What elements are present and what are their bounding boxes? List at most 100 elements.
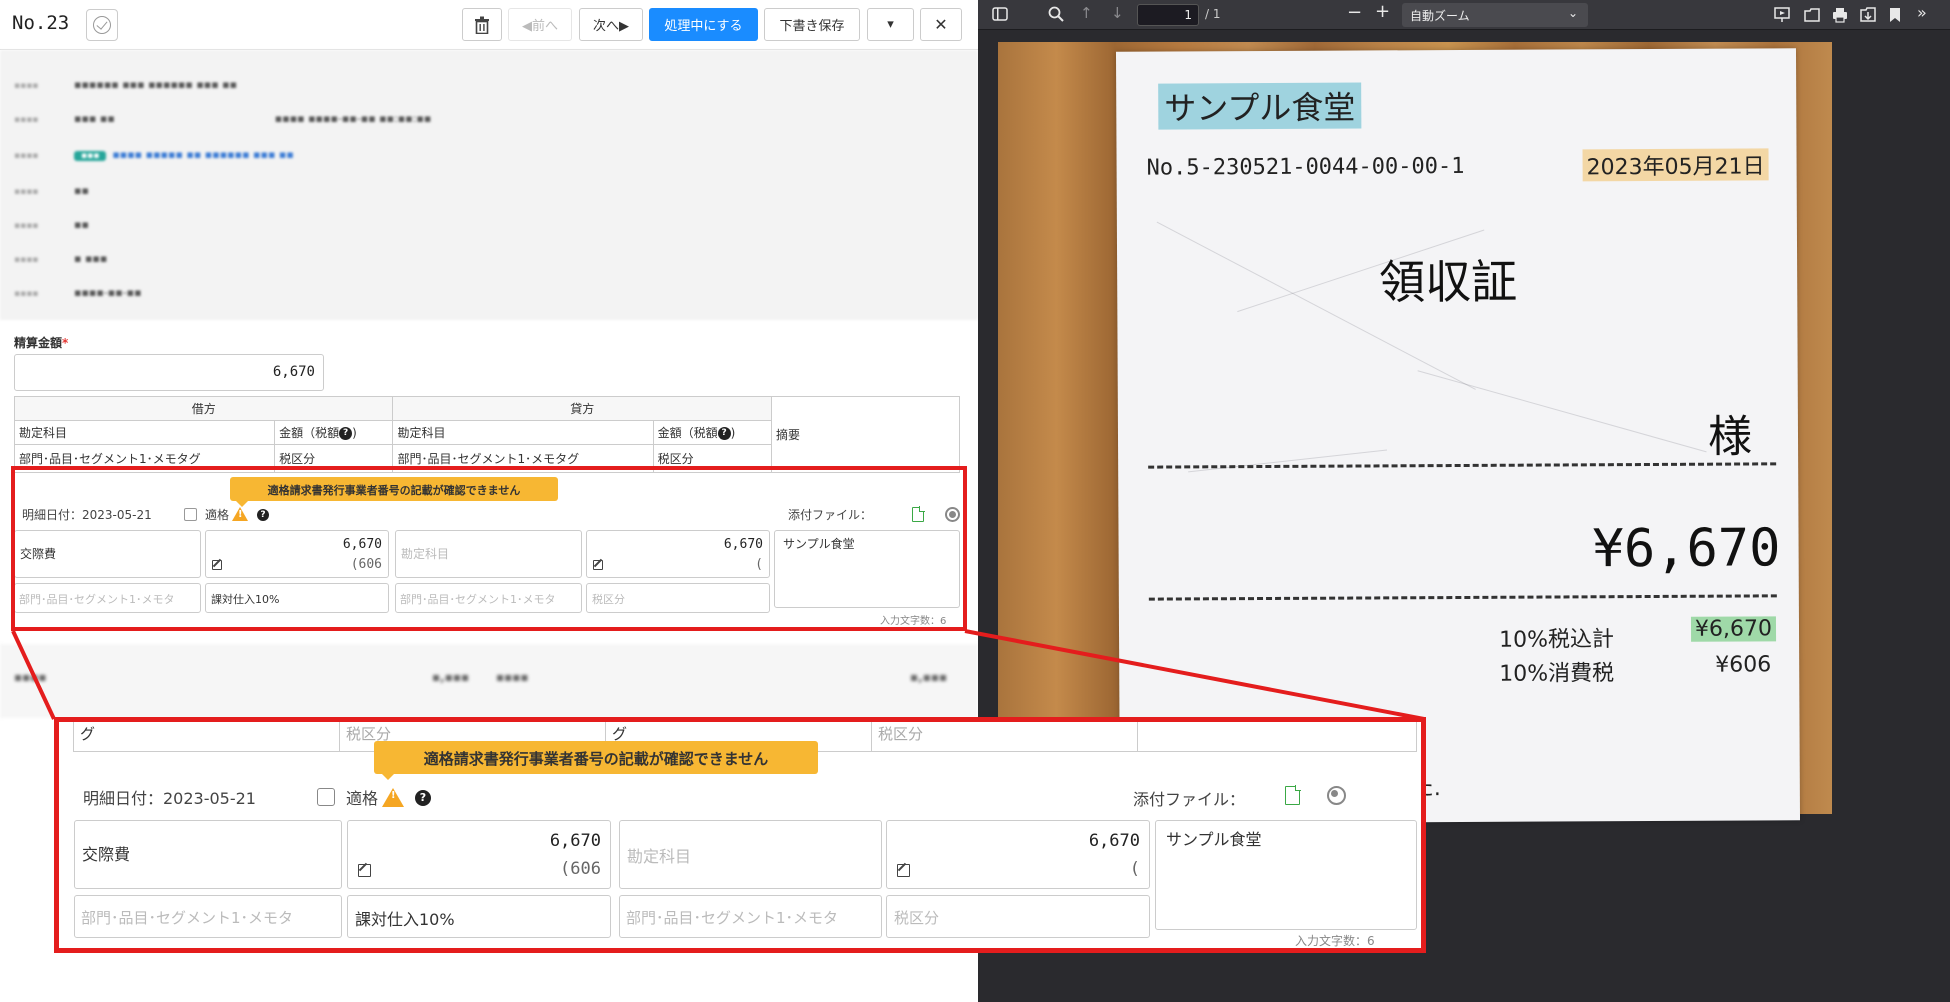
debit-amount-header: 金額（税額?) <box>274 420 394 445</box>
debit-account-field[interactable]: 交際費 <box>14 530 201 578</box>
settlement-amount-input[interactable]: 6,670 <box>14 354 324 391</box>
receipt-store-name: サンプル食堂 <box>1158 82 1362 130</box>
help-icon[interactable]: ? <box>257 509 269 521</box>
debit-header: 借方 <box>13 396 394 421</box>
eligible-label: 適格 <box>346 789 379 808</box>
char-count: 入力文字数：6 <box>880 616 947 627</box>
debit-account-field[interactable]: 交際費 <box>74 820 342 889</box>
debit-account-header: 勘定科目 <box>13 420 276 445</box>
receipt-date: 2023年05月21日 <box>1582 148 1769 182</box>
download-icon[interactable] <box>1327 786 1346 805</box>
totals-row-blurred: ▪▪▪▪ ▪,▪▪▪ ▪▪▪▪ ▪,▪▪▪ <box>0 644 978 718</box>
debit-amount-field[interactable]: 6,670 (606 <box>205 530 389 578</box>
divider <box>1148 594 1777 601</box>
memo-field[interactable]: サンプル食堂 <box>774 530 960 608</box>
pdf-toolbar: ↑ ↓ 1 / 1 − + 自動ズーム ⌄ » <box>978 0 1950 30</box>
download-icon[interactable] <box>945 507 960 522</box>
tax-included-label: 10%税込計 <box>1499 627 1615 653</box>
credit-account-header: 勘定科目 <box>392 420 654 445</box>
credit-amount-header: 金額（税額?) <box>652 420 773 445</box>
document-number: No.23 <box>12 12 70 34</box>
entry-row: 適格請求書発行事業者番号の記載が確認できません 明細日付：2023-05-21 … <box>14 477 960 630</box>
receipt-paper: サンプル食堂 No.5-230521-0044-00-00-1 2023年05月… <box>1115 48 1801 824</box>
zoom-out-icon[interactable]: − <box>1347 4 1362 22</box>
settlement-amount-label: 精算金額* <box>14 336 69 350</box>
approve-check-button[interactable] <box>86 9 118 41</box>
entry-date: 明細日付：2023-05-21 <box>83 789 256 808</box>
memo-field[interactable]: サンプル食堂 <box>1155 820 1417 930</box>
receipt-honorific: 様 <box>1707 411 1753 463</box>
debit-dept-field[interactable]: 部門･品目･セグメント1･メモタ <box>74 895 342 938</box>
more-tools-icon[interactable]: » <box>1917 4 1927 22</box>
attachment-label: 添付ファイル： <box>788 508 873 522</box>
debit-dept-field[interactable]: 部門･品目･セグメント1･メモタ <box>14 583 201 613</box>
credit-tax-class-field[interactable]: 税区分 <box>886 895 1150 938</box>
page-down-icon[interactable]: ↓ <box>1111 4 1124 22</box>
attachment-label: 添付ファイル： <box>1133 790 1246 809</box>
memo-header: 摘要 <box>771 396 960 473</box>
edit-icon <box>897 864 910 877</box>
page-number-input[interactable]: 1 <box>1137 4 1199 26</box>
receipt-total: ¥6,670 <box>1592 518 1781 580</box>
form-toolbar: No.23 ◀前へ 次へ▶ 処理中にする 下書き保存 ▾ ✕ <box>0 0 978 50</box>
credit-dept-header: 部門･品目･セグメント1･メモタグ <box>392 444 654 473</box>
prev-button[interactable]: ◀前へ <box>508 8 572 41</box>
save-draft-button[interactable]: 下書き保存 <box>764 8 860 41</box>
print-icon[interactable] <box>1832 7 1848 23</box>
receipt-number: No.5-230521-0044-00-00-1 <box>1146 153 1465 181</box>
credit-dept-field[interactable]: 部門･品目･セグメント1･メモタ <box>395 583 582 613</box>
open-file-icon[interactable] <box>1804 7 1820 23</box>
credit-account-field[interactable]: 勘定科目 <box>619 820 882 889</box>
zoom-select[interactable]: 自動ズーム ⌄ <box>1402 3 1588 27</box>
file-icon[interactable] <box>912 506 925 522</box>
bookmark-icon[interactable] <box>1889 7 1901 23</box>
warning-icon <box>232 507 248 521</box>
credit-header: 貸方 <box>392 396 772 421</box>
presentation-icon[interactable] <box>1774 7 1790 23</box>
credit-tax-class-field[interactable]: 税区分 <box>586 583 770 613</box>
page-total: / 1 <box>1205 7 1221 21</box>
sidebar-toggle-icon[interactable] <box>992 7 1008 21</box>
warning-tooltip: 適格請求書発行事業者番号の記載が確認できません <box>230 477 558 507</box>
credit-tax-header: 税区分 <box>652 444 773 473</box>
credit-amount-field[interactable]: 6,670 ( <box>586 530 770 578</box>
edit-icon <box>358 864 371 877</box>
zoom-in-icon[interactable]: + <box>1375 3 1390 21</box>
entry-date: 明細日付：2023-05-21 <box>22 508 152 522</box>
debit-tax-header: 税区分 <box>274 444 394 473</box>
consumption-tax-value: ¥606 <box>1715 652 1772 678</box>
help-icon: ? <box>717 427 731 440</box>
more-dropdown-button[interactable]: ▾ <box>867 8 914 41</box>
edit-icon <box>212 560 222 570</box>
help-icon: ? <box>339 427 353 440</box>
debit-tax-class-field[interactable]: 課対仕入10% <box>205 583 389 613</box>
tax-included-value: ¥6,670 <box>1690 616 1777 642</box>
close-button[interactable]: ✕ <box>920 8 962 41</box>
debit-amount-field[interactable]: 6,670 (606 <box>347 820 611 889</box>
credit-account-field[interactable]: 勘定科目 <box>395 530 582 578</box>
search-icon[interactable] <box>1048 6 1064 22</box>
help-icon[interactable]: ? <box>415 790 431 806</box>
divider <box>1148 462 1777 469</box>
trash-icon <box>475 16 489 34</box>
warning-tooltip: 適格請求書発行事業者番号の記載が確認できません <box>374 741 818 780</box>
page-up-icon[interactable]: ↑ <box>1080 4 1093 22</box>
debit-tax-class-field[interactable]: 課対仕入10% <box>347 895 611 938</box>
delete-button[interactable] <box>462 8 502 41</box>
eligible-checkbox[interactable] <box>317 788 335 806</box>
char-count: 入力文字数：6 <box>1295 934 1375 948</box>
consumption-tax-label: 10%消費税 <box>1499 661 1615 687</box>
save-icon[interactable] <box>1860 7 1876 23</box>
credit-amount-field[interactable]: 6,670 ( <box>886 820 1150 889</box>
file-icon[interactable] <box>1285 785 1301 805</box>
chevron-down-icon: ⌄ <box>1567 6 1578 20</box>
eligible-checkbox[interactable] <box>184 508 197 521</box>
next-button[interactable]: 次へ▶ <box>579 8 643 41</box>
credit-dept-field[interactable]: 部門･品目･セグメント1･メモタ <box>619 895 882 938</box>
receipt-photo: サンプル食堂 No.5-230521-0044-00-00-1 2023年05月… <box>998 42 1832 824</box>
debit-dept-header: 部門･品目･セグメント1･メモタグ <box>13 444 276 473</box>
request-metadata-blurred: ▪▪▪▪ ▪▪▪▪▪▪ ▪▪▪ ▪▪▪▪▪▪ ▪▪▪ ▪▪ ▪▪▪▪ ▪▪▪ ▪▪ ▪… <box>0 50 978 320</box>
edit-icon <box>593 560 603 570</box>
zoomed-entry-callout: グ 税区分 グ 税区分 適格請求書発行事業者番号の記載が確認できません 明細日付… <box>54 717 1426 953</box>
set-processing-button[interactable]: 処理中にする <box>649 8 758 41</box>
